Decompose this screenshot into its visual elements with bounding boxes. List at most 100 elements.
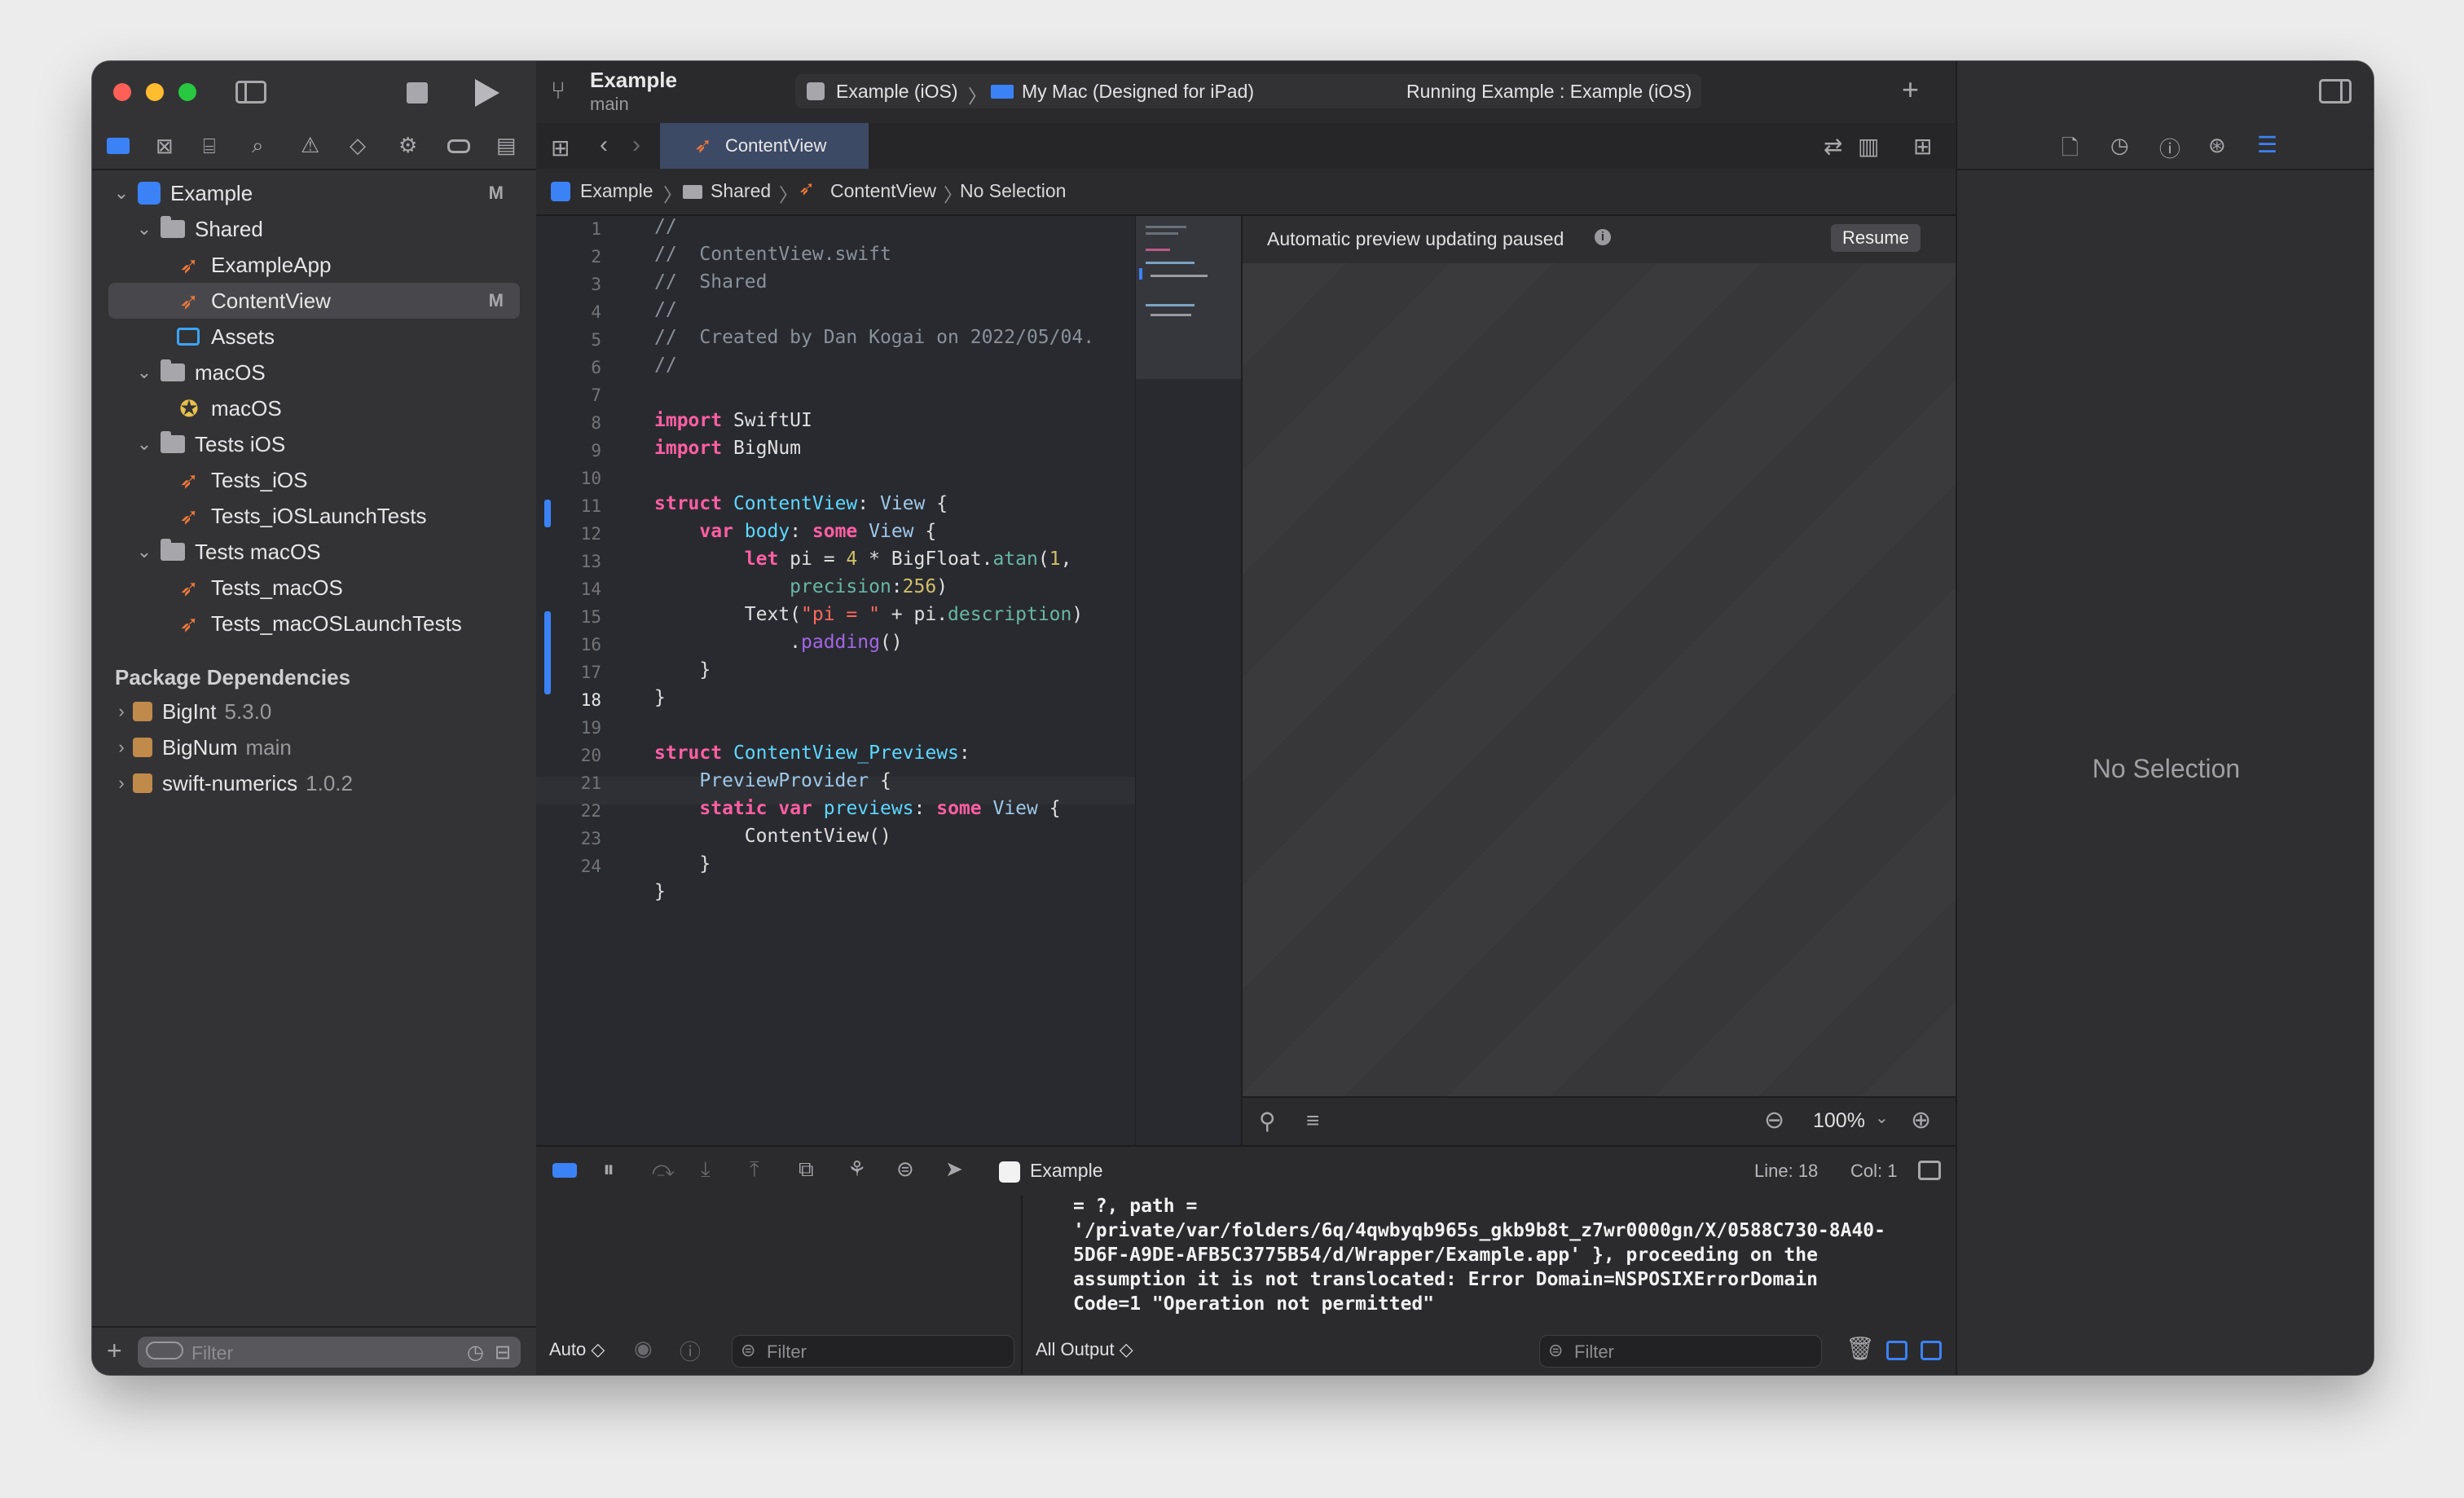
add-icon[interactable]: + [107,1336,122,1366]
tree-item-exampleapp[interactable]: ➶ ExampleApp [92,247,536,283]
tree-item-project[interactable]: ⌄ Example M [92,175,536,211]
chevron-right-icon[interactable]: › [110,773,133,794]
line-number[interactable]: 22 [536,801,601,821]
zoom-in-icon[interactable]: ⊕ [1911,1106,1931,1135]
add-editor-icon[interactable]: ⊞ [1913,133,1932,160]
package-item[interactable]: › swift-numerics 1.0.2 [92,765,536,801]
line-number[interactable]: 20 [536,746,601,765]
zoom-level[interactable]: 100% [1813,1109,1865,1133]
line-number[interactable]: 7 [536,386,601,405]
chevron-down-icon[interactable]: ⌄ [133,218,156,240]
scm-filter-icon[interactable]: ⊟ [495,1341,511,1364]
pause-icon[interactable]: ⏸ [603,1157,614,1183]
grid-icon[interactable]: ⊞ [551,134,570,161]
variables-scope-selector[interactable]: Auto ◇ [549,1339,605,1360]
step-into-icon[interactable]: ⤓ [701,1157,711,1183]
navigator-filter-field[interactable]: Filter ◷ ⊟ [138,1337,521,1368]
warning-icon[interactable]: ⚠ [301,134,319,156]
line-number[interactable]: 12 [536,524,601,544]
tree-item-assets[interactable]: Assets [92,319,536,355]
test-icon[interactable]: ◇ [350,134,366,156]
info-icon[interactable]: ⓘ [680,1336,701,1366]
show-variables-icon[interactable] [1886,1341,1907,1360]
console[interactable]: = ?, path = '/private/var/folders/6q/4qw… [1023,1196,1956,1375]
line-number[interactable]: 13 [536,552,601,571]
sidebar-toggle-icon[interactable] [235,81,266,104]
line-number[interactable]: 14 [536,579,601,599]
report-icon[interactable]: ▤ [496,134,517,156]
add-button[interactable]: + [1902,73,1919,107]
debug-icon[interactable]: ⚙ [398,134,417,156]
line-number[interactable]: 24 [536,857,601,876]
minimap-visible-region[interactable] [1136,216,1242,379]
tree-item-tests-ios-launch[interactable]: ➶ Tests_iOSLaunchTests [92,498,536,534]
line-number[interactable]: 21 [536,773,601,793]
chevron-down-icon[interactable]: ⌄ [110,183,133,204]
file-inspector-icon[interactable]: 🗋 [2061,133,2079,169]
line-number[interactable]: 6 [536,358,601,377]
attributes-inspector-icon[interactable]: ☰ [2257,131,2277,158]
line-number[interactable]: 16 [536,635,601,654]
minimap[interactable] [1135,216,1242,1145]
memory-graph-icon[interactable]: ⚘ [847,1157,866,1182]
location-icon[interactable]: ➤ [945,1157,963,1182]
line-number[interactable]: 17 [536,663,601,682]
pin-icon[interactable]: ⚲ [1259,1108,1276,1135]
show-console-icon[interactable] [1921,1341,1942,1360]
chevron-down-icon[interactable]: ⌄ [133,434,156,455]
process-name[interactable]: Example [1030,1160,1102,1182]
output-selector[interactable]: All Output ◇ [1036,1339,1133,1360]
source-control-icon[interactable]: ⊠ [156,135,174,156]
line-number[interactable]: 15 [536,607,601,627]
zoom-out-icon[interactable]: ⊖ [1764,1106,1784,1135]
line-number[interactable]: 2 [536,247,601,267]
tree-item-shared[interactable]: ⌄ Shared [92,211,536,247]
zoom-window-button[interactable] [178,83,196,101]
chevron-down-icon[interactable]: ⌄ [1875,1108,1889,1128]
folder-icon[interactable] [107,138,130,154]
view-hierarchy-icon[interactable]: ⧉ [799,1157,814,1183]
tree-item-macos-folder[interactable]: ⌄ macOS [92,355,536,390]
tree-item-contentview[interactable]: ➶ ContentView M [108,283,520,319]
breadcrumb-folder[interactable]: Shared [711,180,771,202]
minimize-window-button[interactable] [146,83,164,101]
tree-item-tests-macos[interactable]: ⌄ Tests macOS [92,534,536,570]
scheme-selector[interactable]: Example (iOS) [836,81,958,103]
search-icon[interactable]: ⌕ [252,134,264,156]
recent-icon[interactable]: ◷ [467,1341,484,1364]
history-icon[interactable]: ◷ [2110,133,2129,158]
breadcrumb-project[interactable]: Example [580,180,653,202]
destination-selector[interactable]: My Mac (Designed for iPad) [1022,81,1254,103]
related-items-icon[interactable]: ⇄ [1824,133,1842,160]
line-number[interactable]: 10 [536,469,601,488]
chevron-right-icon[interactable]: › [110,737,133,758]
line-number[interactable]: 11 [536,496,601,516]
line-number[interactable]: 9 [536,441,601,460]
step-out-icon[interactable]: ⤒ [750,1157,759,1183]
line-number[interactable]: 1 [536,219,601,239]
adjust-icon[interactable]: ≡ [1306,1108,1319,1134]
help-icon[interactable]: ⓘ [2159,133,2180,163]
line-number[interactable]: 4 [536,302,601,322]
variables-filter-field[interactable]: ⊜ Filter [732,1335,1014,1368]
accessibility-icon[interactable]: ⊛ [2208,133,2226,158]
line-number[interactable]: 23 [536,829,601,848]
tree-item-tests-ios-file[interactable]: ➶ Tests_iOS [92,462,536,498]
console-filter-field[interactable]: ⊜ Filter [1539,1335,1822,1368]
resume-button[interactable]: Resume [1831,224,1921,252]
line-number[interactable]: 18 [536,690,601,710]
inspector-toggle-icon[interactable] [2319,79,2352,104]
breadcrumb-symbol[interactable]: No Selection [960,180,1066,202]
source-editor[interactable]: 1 2 3 4 5 6 7 8 9 10 11 12 13 14 15 16 17 18 19 20 21 22 23 24 … [536,216,1135,1145]
line-number[interactable]: 3 [536,275,601,294]
package-item[interactable]: › BigNum main [92,729,536,765]
chevron-down-icon[interactable]: ⌄ [133,541,156,562]
back-icon[interactable]: ‹ [600,131,608,159]
package-item[interactable]: › BigInt 5.3.0 [92,694,536,729]
environment-icon[interactable]: ⊜ [896,1157,914,1182]
forward-icon[interactable]: › [632,131,640,159]
tree-item-tests-macos-file[interactable]: ➶ Tests_macOS [92,570,536,606]
chevron-right-icon[interactable]: › [110,701,133,722]
breadcrumb-file[interactable]: ContentView [830,180,936,202]
chevron-down-icon[interactable]: ⌄ [133,362,156,383]
